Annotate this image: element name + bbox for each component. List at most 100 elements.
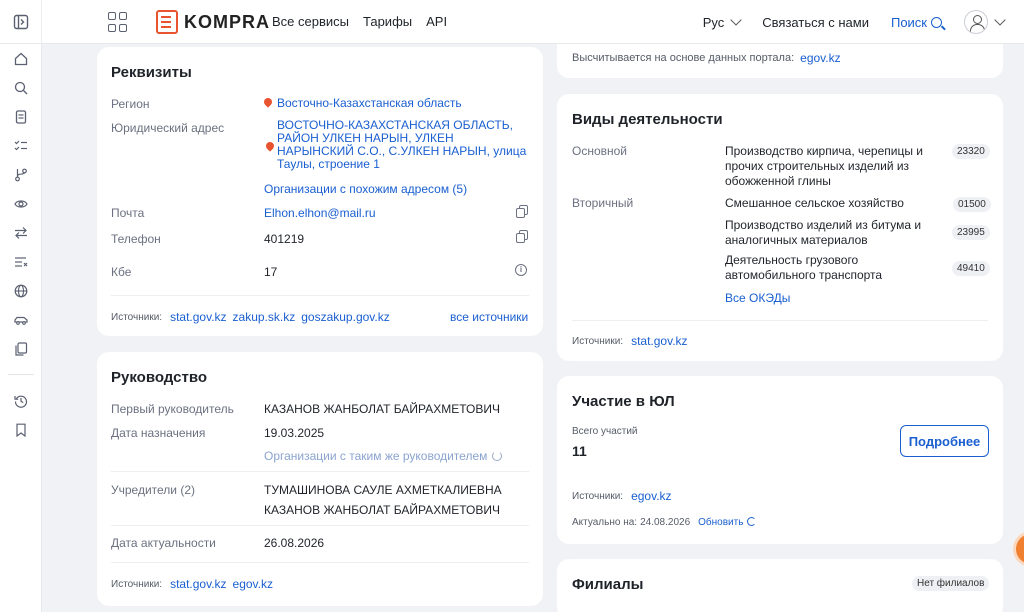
- similar-address-link[interactable]: Организации с похожим адресом (5): [264, 182, 467, 196]
- region-label: Регион: [111, 97, 150, 111]
- address-label: Юридический адрес: [111, 121, 225, 135]
- history-icon[interactable]: [14, 394, 28, 408]
- kbe-label: Кбе: [111, 265, 132, 279]
- info-icon[interactable]: i: [515, 264, 527, 276]
- branch-icon[interactable]: [14, 168, 28, 182]
- founder-name: ТУМАШИНОВА САУЛЕ АХМЕТКАЛИЕВНА: [264, 483, 502, 497]
- same-head-link[interactable]: Организации с таким же руководителем: [264, 449, 503, 463]
- divider: [572, 320, 988, 321]
- management-title: Руководство: [111, 369, 208, 386]
- copy-icon[interactable]: [516, 205, 528, 218]
- search-button[interactable]: Поиск: [891, 15, 942, 30]
- source-link[interactable]: stat.gov.kz: [170, 577, 226, 591]
- source-link[interactable]: goszakup.gov.kz: [301, 310, 390, 324]
- participation-card: Участие в ЮЛ Всего участий 11 Подробнее …: [557, 376, 1003, 544]
- copy-icon[interactable]: [516, 230, 528, 243]
- search-icon[interactable]: [14, 81, 28, 95]
- search-icon: [931, 16, 942, 28]
- region-value: Восточно-Казахстанская область: [277, 96, 462, 110]
- appointment-date-label: Дата назначения: [111, 426, 206, 440]
- language-label: Рус: [702, 14, 725, 30]
- loading-spinner-icon: [492, 451, 503, 461]
- bookmark-icon[interactable]: [14, 423, 28, 437]
- oked-code-badge: 01500: [953, 197, 991, 212]
- nav-tariffs[interactable]: Тарифы: [363, 14, 412, 29]
- source-link[interactable]: zakup.sk.kz: [233, 310, 296, 324]
- list-remove-icon[interactable]: [14, 255, 28, 269]
- car-icon[interactable]: [14, 313, 28, 327]
- main-activity-label: Основной: [572, 144, 628, 158]
- founder-name: КАЗАНОВ ЖАНБОЛАТ БАЙРАХМЕТОВИЧ: [264, 503, 500, 517]
- activity-name: Смешанное сельское хозяйство: [725, 196, 904, 210]
- sidebar: [0, 44, 42, 612]
- same-head-text: Организации с таким же руководителем: [264, 449, 488, 463]
- refresh-label: Обновить: [698, 517, 744, 528]
- source-link[interactable]: stat.gov.kz: [170, 310, 226, 324]
- requisites-sources: Источники: stat.gov.kz zakup.sk.kz gosza…: [111, 310, 390, 324]
- details-button[interactable]: Подробнее: [900, 425, 989, 457]
- sources-label: Источники:: [111, 578, 163, 590]
- sources-label: Источники:: [572, 335, 624, 347]
- apps-grid-icon[interactable]: [108, 12, 128, 32]
- branches-title: Филиалы: [572, 576, 644, 593]
- address-link[interactable]: ВОСТОЧНО-КАЗАХСТАНСКАЯ ОБЛАСТЬ, РАЙОН УЛ…: [277, 119, 533, 171]
- email-link[interactable]: Elhon.elhon@mail.ru: [264, 206, 376, 220]
- management-card: Руководство Первый руководитель КАЗАНОВ …: [97, 352, 543, 606]
- activities-sources: Источники: stat.gov.kz: [572, 334, 688, 348]
- appointment-date-value: 19.03.2025: [264, 426, 325, 440]
- user-menu[interactable]: [964, 10, 1006, 34]
- total-participation-label: Всего участий: [572, 426, 638, 437]
- top-bar: KOMPRA Все сервисы Тарифы API Рус Связат…: [0, 0, 1024, 44]
- all-okeds-link[interactable]: Все ОКЭДы: [725, 291, 790, 305]
- oked-code-badge: 23995: [952, 225, 990, 240]
- no-branches-badge: Нет филиалов: [912, 576, 990, 591]
- avatar-icon: [964, 10, 988, 34]
- copy-pages-icon[interactable]: [14, 342, 28, 356]
- divider: [111, 295, 529, 296]
- founders-label: Учредители (2): [111, 483, 196, 497]
- source-link[interactable]: stat.gov.kz: [631, 334, 687, 348]
- activities-title: Виды деятельности: [572, 111, 723, 128]
- header-right: Рус Связаться с нами Поиск: [702, 8, 1006, 36]
- activity-name: Деятельность грузового автомобильного тр…: [725, 253, 883, 282]
- source-link[interactable]: egov.kz: [233, 577, 273, 591]
- oked-code-badge: 23320: [952, 144, 990, 159]
- nav-api[interactable]: API: [426, 14, 447, 29]
- all-sources-link[interactable]: все источники: [450, 310, 528, 324]
- sidebar-toggle[interactable]: [0, 0, 42, 44]
- sources-label: Источники:: [572, 490, 624, 502]
- portal-link[interactable]: egov.kz: [800, 51, 840, 65]
- activities-card: Виды деятельности Основной Производство …: [557, 94, 1003, 361]
- contact-link[interactable]: Связаться с нами: [762, 15, 869, 30]
- actuality-date: 24.08.2026: [640, 517, 691, 528]
- activity-name: Производство изделий из битума и аналоги…: [725, 218, 922, 247]
- swap-icon[interactable]: [14, 226, 28, 240]
- eye-icon[interactable]: [14, 197, 28, 211]
- logo-text: KOMPRA: [184, 11, 270, 32]
- main-nav: Все сервисы Тарифы API: [272, 14, 447, 29]
- chevron-down-icon: [730, 14, 742, 26]
- document-icon[interactable]: [14, 110, 28, 124]
- requisites-title: Реквизиты: [111, 64, 192, 81]
- refresh-link[interactable]: Обновить: [698, 517, 757, 528]
- actuality-label: Актуально на:: [572, 517, 638, 528]
- search-label: Поиск: [890, 14, 927, 30]
- location-pin-icon: [262, 96, 274, 108]
- chat-widget-button[interactable]: [1016, 534, 1024, 564]
- management-sources: Источники: stat.gov.kz egov.kz: [111, 577, 273, 591]
- participation-sources: Источники: egov.kz: [572, 489, 672, 503]
- region-link[interactable]: Восточно-Казахстанская область: [262, 96, 462, 110]
- source-link[interactable]: egov.kz: [631, 489, 671, 503]
- actuality-value: 26.08.2026: [264, 536, 325, 550]
- checklist-icon[interactable]: [14, 139, 28, 153]
- globe-icon[interactable]: [14, 284, 28, 298]
- sources-label: Источники:: [111, 311, 163, 323]
- requisites-card: Реквизиты Регион Восточно-Казахстанская …: [97, 47, 543, 336]
- language-select[interactable]: Рус: [702, 14, 742, 30]
- participation-actuality: Актуально на: 24.08.2026 Обновить: [572, 517, 757, 528]
- logo[interactable]: KOMPRA: [156, 10, 270, 34]
- nav-all-services[interactable]: Все сервисы: [272, 14, 349, 29]
- actuality-label: Дата актуальности: [111, 536, 216, 550]
- home-icon[interactable]: [14, 52, 28, 66]
- oked-code-badge: 49410: [952, 261, 990, 276]
